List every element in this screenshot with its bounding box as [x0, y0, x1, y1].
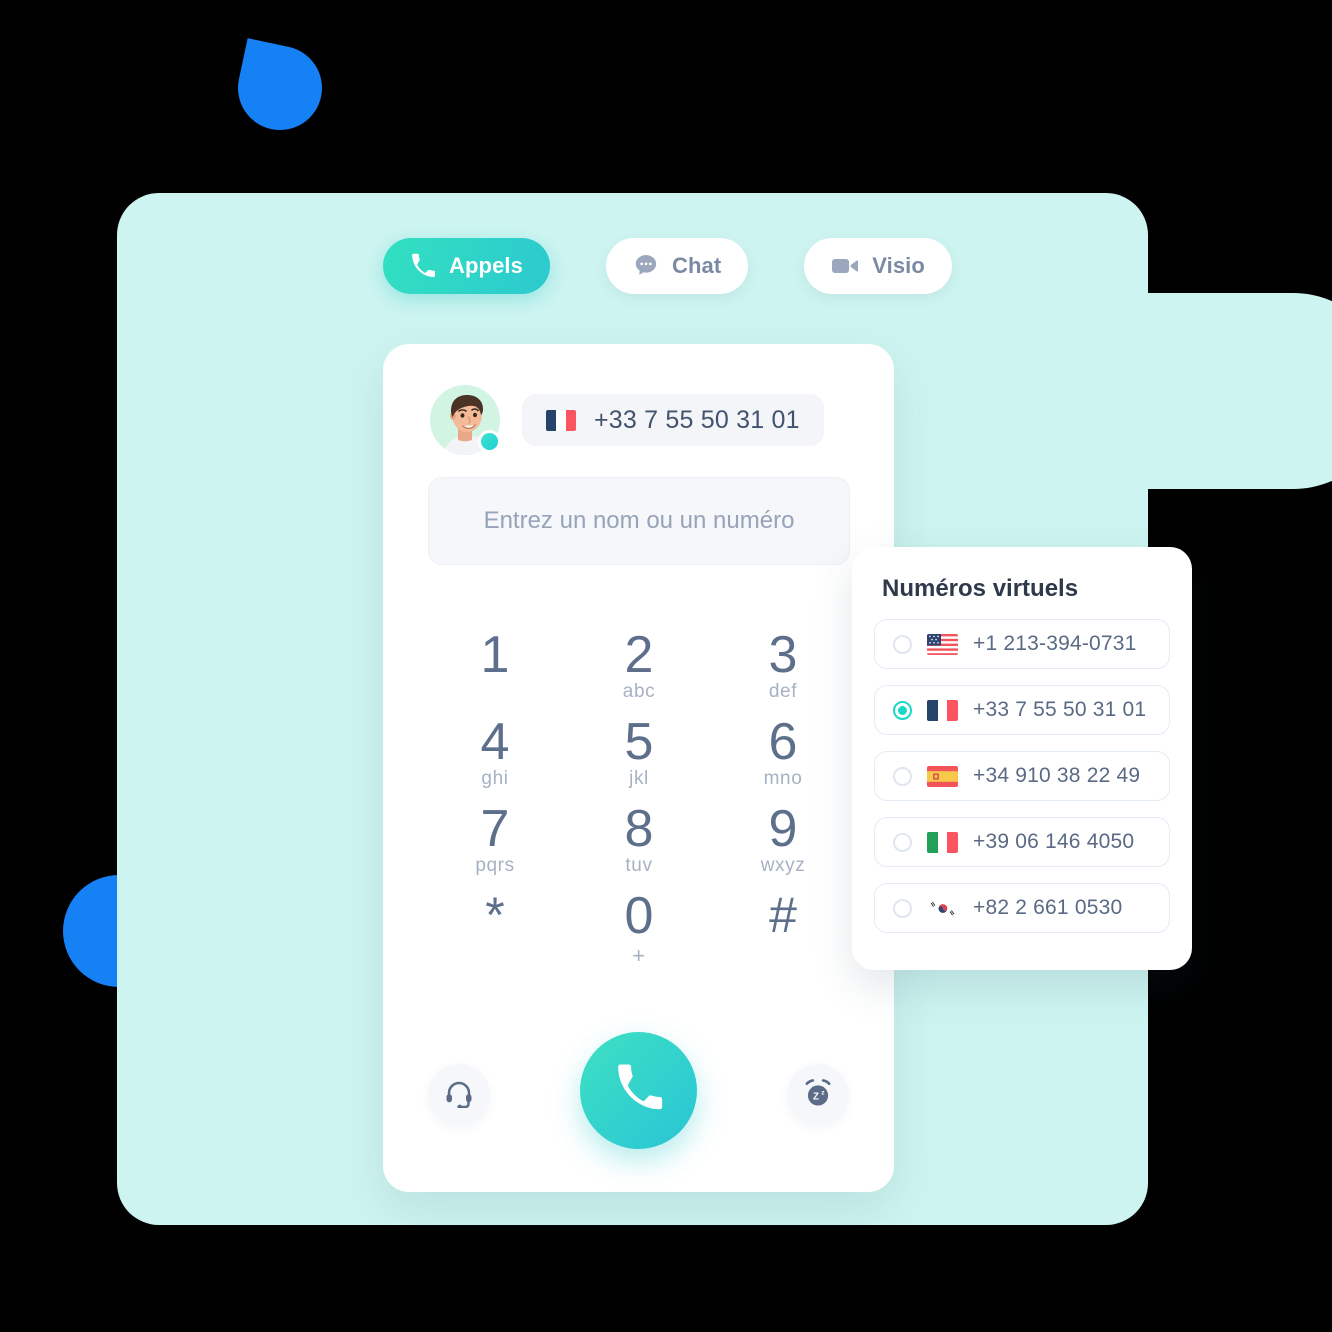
dialpad-key-3[interactable]: 3 def	[711, 627, 855, 714]
virtual-number-text: +34 910 38 22 49	[973, 764, 1141, 787]
virtual-number-text: +1 213-394-0731	[973, 632, 1137, 655]
dialpad-sub: ghi	[481, 767, 509, 789]
tab-chat[interactable]: Chat	[605, 238, 749, 294]
dialpad-key-1[interactable]: 1	[423, 627, 567, 714]
headset-button[interactable]	[428, 1064, 490, 1126]
tab-visio[interactable]: Visio	[804, 238, 952, 294]
dialpad-sub: def	[768, 680, 798, 702]
dialpad: 1 2 abc 3 def 4 ghi 5 jkl 6 mno 7 pqrs 8…	[423, 627, 855, 975]
alarm-snooze-icon: Z z	[802, 1077, 834, 1114]
dialpad-sub: mno	[763, 767, 803, 789]
current-number-text: +33 7 55 50 31 01	[594, 405, 800, 434]
dialpad-digit: *	[485, 887, 505, 943]
flag-es-icon	[927, 765, 958, 787]
radio-button[interactable]	[893, 700, 912, 720]
screenshot-root: Appels Chat Visio +33 7 55 50 31 01 Entr…	[0, 0, 1332, 1332]
radio-button[interactable]	[893, 766, 912, 786]
current-number-pill[interactable]: +33 7 55 50 31 01	[522, 394, 824, 446]
dialpad-key-hash[interactable]: #	[711, 888, 855, 975]
dialpad-key-5[interactable]: 5 jkl	[567, 714, 711, 801]
dialpad-key-8[interactable]: 8 tuv	[567, 801, 711, 888]
tab-appels[interactable]: Appels	[383, 238, 550, 294]
tab-visio-label: Visio	[872, 253, 925, 278]
virtual-number-text: +82 2 661 0530	[973, 896, 1123, 919]
virtual-numbers-card: Numéros virtuels +1 213-394-0731 +33 7 5…	[852, 547, 1192, 970]
dialpad-digit: 1	[480, 626, 510, 684]
mint-circle-overflow	[1055, 293, 1332, 489]
dialpad-digit: #	[769, 887, 797, 943]
dialpad-key-6[interactable]: 6 mno	[711, 714, 855, 801]
radio-button[interactable]	[893, 898, 912, 918]
svg-text:Z: Z	[813, 1091, 819, 1102]
flag-fr-icon	[927, 699, 958, 721]
dialer-card: +33 7 55 50 31 01 Entrez un nom ou un nu…	[383, 344, 894, 1192]
dialpad-key-0[interactable]: 0 +	[567, 888, 711, 975]
dialpad-digit: 8	[624, 800, 654, 858]
caller-header: +33 7 55 50 31 01	[430, 385, 824, 455]
virtual-number-text: +33 7 55 50 31 01	[973, 698, 1147, 721]
virtual-number-row-es[interactable]: +34 910 38 22 49	[874, 751, 1170, 801]
flag-us-icon	[927, 633, 958, 655]
tab-chat-label: Chat	[671, 253, 722, 278]
virtual-number-row-kr[interactable]: +82 2 661 0530	[874, 883, 1170, 933]
dialpad-digit: 2	[624, 626, 654, 684]
dialpad-key-star[interactable]: *	[423, 888, 567, 975]
dialpad-key-7[interactable]: 7 pqrs	[423, 801, 567, 888]
dialpad-digit: 7	[480, 800, 510, 858]
flag-it-icon	[927, 831, 958, 853]
dialpad-digit: 4	[480, 713, 510, 771]
phone-icon	[614, 1063, 664, 1118]
headset-icon	[444, 1078, 474, 1113]
search-input[interactable]: Entrez un nom ou un numéro	[428, 477, 850, 565]
avatar	[430, 385, 501, 455]
dialpad-sub: pqrs	[475, 854, 515, 876]
dialpad-sub: jkl	[629, 767, 649, 789]
chat-bubble-icon	[633, 253, 659, 279]
dialpad-digit: 6	[768, 713, 798, 771]
search-placeholder: Entrez un nom ou un numéro	[483, 507, 795, 534]
phone-icon	[410, 253, 436, 279]
dialpad-key-9[interactable]: 9 wxyz	[711, 801, 855, 888]
flag-fr-icon	[546, 409, 576, 431]
radio-button[interactable]	[893, 634, 912, 654]
dialpad-key-2[interactable]: 2 abc	[567, 627, 711, 714]
virtual-number-text: +39 06 146 4050	[973, 830, 1135, 853]
dialpad-digit: 5	[624, 713, 654, 771]
dialpad-digit: 3	[768, 626, 798, 684]
mode-tabs: Appels Chat Visio	[383, 238, 952, 294]
dialpad-digit: 9	[768, 800, 798, 858]
dialpad-sub: +	[632, 942, 646, 968]
online-status-dot	[478, 430, 501, 453]
blue-leaf-shape	[230, 38, 330, 138]
dialpad-sub: wxyz	[760, 854, 806, 876]
tab-appels-label: Appels	[449, 253, 523, 278]
snooze-button[interactable]: Z z	[787, 1064, 849, 1126]
virtual-numbers-title: Numéros virtuels	[882, 575, 1079, 602]
flag-kr-icon	[927, 897, 958, 919]
call-button[interactable]	[580, 1032, 697, 1149]
virtual-number-row-fr[interactable]: +33 7 55 50 31 01	[874, 685, 1170, 735]
virtual-number-row-us[interactable]: +1 213-394-0731	[874, 619, 1170, 669]
dialpad-sub: tuv	[625, 854, 653, 876]
dialpad-digit: 0	[624, 887, 654, 945]
virtual-number-row-it[interactable]: +39 06 146 4050	[874, 817, 1170, 867]
video-camera-icon	[831, 253, 859, 279]
dialpad-sub: abc	[622, 680, 656, 702]
dialpad-key-4[interactable]: 4 ghi	[423, 714, 567, 801]
radio-button[interactable]	[893, 832, 912, 852]
